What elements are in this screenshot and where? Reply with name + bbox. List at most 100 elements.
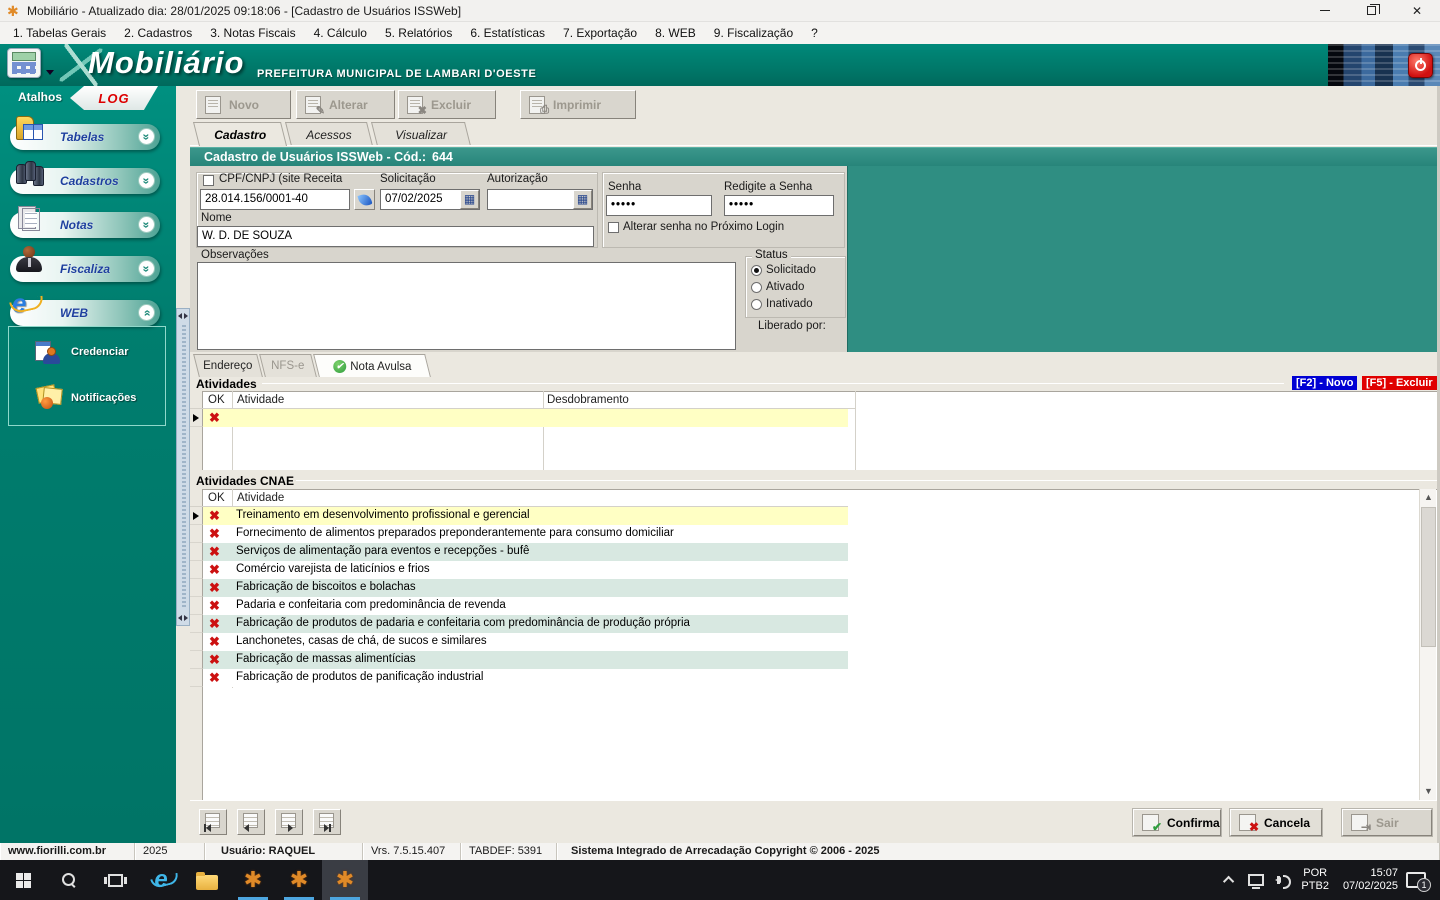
task-view-button[interactable]: [92, 860, 138, 900]
remove-icon[interactable]: ✖: [209, 616, 220, 632]
cnae-row[interactable]: ✖ Padaria e confeitaria com predominânci…: [190, 597, 1437, 615]
sair-button[interactable]: ⇥ Sair: [1342, 809, 1432, 836]
alterar-button[interactable]: ✎ Alterar: [296, 90, 395, 119]
chevron-up-icon[interactable]: »: [138, 304, 155, 321]
chevron-down-icon[interactable]: »: [138, 172, 155, 189]
minimize-button[interactable]: [1302, 0, 1348, 22]
remove-icon[interactable]: ✖: [209, 508, 220, 524]
alterar-senha-checkbox[interactable]: [608, 222, 619, 233]
splitter-collapse-icon[interactable]: [178, 312, 188, 320]
language-indicator[interactable]: POR PTB2: [1295, 867, 1335, 893]
redigite-senha-input[interactable]: •••••: [724, 195, 834, 216]
scroll-up-button[interactable]: ▲: [1420, 489, 1437, 506]
cnae-row[interactable]: ✖ Fabricação de produtos de panificação …: [190, 669, 1437, 687]
log-badge[interactable]: LOG: [70, 86, 158, 110]
taskbar-file-explorer[interactable]: [184, 860, 230, 900]
tab-acessos[interactable]: Acessos: [285, 122, 373, 146]
cpf-input[interactable]: 28.014.156/0001-40: [200, 189, 350, 210]
tab-nfse[interactable]: NFS-e: [259, 354, 317, 377]
menu-cadastros[interactable]: 2. Cadastros: [115, 22, 201, 44]
sidebar-item-credenciar[interactable]: Credenciar: [9, 335, 167, 369]
cnae-row[interactable]: ✖ Comércio varejista de laticínios e fri…: [190, 561, 1437, 579]
remove-icon[interactable]: ✖: [209, 410, 220, 426]
menu-calculo[interactable]: 4. Cálculo: [305, 22, 376, 44]
tab-endereco[interactable]: Endereço: [193, 354, 263, 377]
taskbar-app-1[interactable]: ✱: [230, 860, 276, 900]
calculator-icon[interactable]: [7, 48, 41, 78]
cnae-scrollbar[interactable]: ▲ ▼: [1419, 489, 1436, 800]
previous-record-button[interactable]: [237, 809, 265, 835]
start-button[interactable]: [0, 860, 46, 900]
cnae-row[interactable]: ✖ Fabricação de produtos de padaria e co…: [190, 615, 1437, 633]
last-record-button[interactable]: [313, 809, 341, 835]
tab-visualizar[interactable]: Visualizar: [371, 122, 471, 146]
cnae-row[interactable]: ✖ Lanchonetes, casas de chá, de sucos e …: [190, 633, 1437, 651]
screen: ✱ Mobiliário - Atualizado dia: 28/01/202…: [0, 0, 1440, 900]
cnae-row[interactable]: ✖ Fabricação de biscoitos e bolachas: [190, 579, 1437, 597]
close-button[interactable]: ✕: [1394, 0, 1440, 22]
chevron-down-icon[interactable]: »: [138, 260, 155, 277]
remove-icon[interactable]: ✖: [209, 652, 220, 668]
splitter-collapse-icon[interactable]: [178, 614, 188, 622]
senha-input[interactable]: •••••: [606, 195, 712, 216]
remove-icon[interactable]: ✖: [209, 544, 220, 560]
menu-estatisticas[interactable]: 6. Estatísticas: [461, 22, 554, 44]
receita-site-button[interactable]: [354, 189, 375, 210]
nome-input[interactable]: W. D. DE SOUZA: [197, 226, 594, 247]
remove-icon[interactable]: ✖: [209, 598, 220, 614]
cnae-row[interactable]: ✖ Treinamento em desenvolvimento profiss…: [190, 507, 1437, 525]
menu-help[interactable]: ?: [802, 22, 827, 44]
confirma-button[interactable]: ✔ Confirma: [1133, 809, 1221, 836]
cpf-checkbox[interactable]: [203, 175, 214, 186]
status-radio-inativado[interactable]: [751, 299, 762, 310]
cnae-row[interactable]: ✖ Fabricação de massas alimentícias: [190, 651, 1437, 669]
remove-icon[interactable]: ✖: [209, 526, 220, 542]
chevron-down-icon[interactable]: »: [138, 216, 155, 233]
tray-network[interactable]: [1243, 860, 1269, 900]
observacoes-textarea[interactable]: [197, 262, 736, 350]
remove-icon[interactable]: ✖: [209, 670, 220, 686]
status-radio-ativado[interactable]: [751, 282, 762, 293]
taskbar-app-2[interactable]: ✱: [276, 860, 322, 900]
cnae-row[interactable]: ✖ Serviços de alimentação para eventos e…: [190, 543, 1437, 561]
menu-web[interactable]: 8. WEB: [646, 22, 705, 44]
remove-icon[interactable]: ✖: [209, 634, 220, 650]
tray-expand-button[interactable]: [1217, 860, 1243, 900]
cnae-row[interactable]: ✖ Fornecimento de alimentos preparados p…: [190, 525, 1437, 543]
next-record-button[interactable]: [275, 809, 303, 835]
autorizacao-calendar-button[interactable]: ▦: [573, 190, 592, 209]
dropdown-caret-icon[interactable]: [46, 70, 54, 75]
sidebar-item-notificacoes[interactable]: Notificações: [9, 381, 167, 415]
chevron-down-icon[interactable]: »: [138, 128, 155, 145]
menu-relatorios[interactable]: 5. Relatórios: [376, 22, 461, 44]
remove-icon[interactable]: ✖: [209, 580, 220, 596]
clock[interactable]: 15:07 07/02/2025: [1335, 867, 1406, 893]
taskbar-app-3-active[interactable]: ✱: [322, 860, 368, 900]
taskbar-ie[interactable]: e: [138, 860, 184, 900]
cancela-button[interactable]: ✖ Cancela: [1230, 809, 1322, 836]
sidebar-splitter[interactable]: [176, 308, 190, 626]
atividades-row[interactable]: ✖: [190, 409, 1437, 427]
menu-exportacao[interactable]: 7. Exportação: [554, 22, 646, 44]
action-center-button[interactable]: 1: [1406, 872, 1426, 888]
tray-volume[interactable]: [1269, 860, 1295, 900]
restore-button[interactable]: [1348, 0, 1394, 22]
novo-button[interactable]: Novo: [196, 90, 291, 119]
statusbar-usuario: Usuário: RAQUEL: [205, 843, 363, 860]
internet-explorer-icon: e: [154, 868, 167, 892]
status-radio-solicitado[interactable]: [751, 265, 762, 276]
imprimir-button[interactable]: ⎙ Imprimir: [520, 90, 636, 119]
excluir-button[interactable]: ✖ Excluir: [398, 90, 496, 119]
tab-cadastro[interactable]: Cadastro: [193, 122, 287, 146]
power-button[interactable]: [1408, 53, 1433, 78]
menu-notas-fiscais[interactable]: 3. Notas Fiscais: [201, 22, 304, 44]
scroll-down-button[interactable]: ▼: [1420, 783, 1437, 800]
menu-fiscalizacao[interactable]: 9. Fiscalização: [705, 22, 802, 44]
solicitacao-calendar-button[interactable]: ▦: [460, 190, 479, 209]
remove-icon[interactable]: ✖: [209, 562, 220, 578]
menu-tabelas-gerais[interactable]: 1. Tabelas Gerais: [4, 22, 115, 44]
scroll-thumb[interactable]: [1421, 507, 1436, 647]
taskbar-search-button[interactable]: [46, 860, 92, 900]
first-record-button[interactable]: [199, 809, 227, 835]
tab-nota-avulsa[interactable]: ✔Nota Avulsa: [313, 354, 431, 377]
